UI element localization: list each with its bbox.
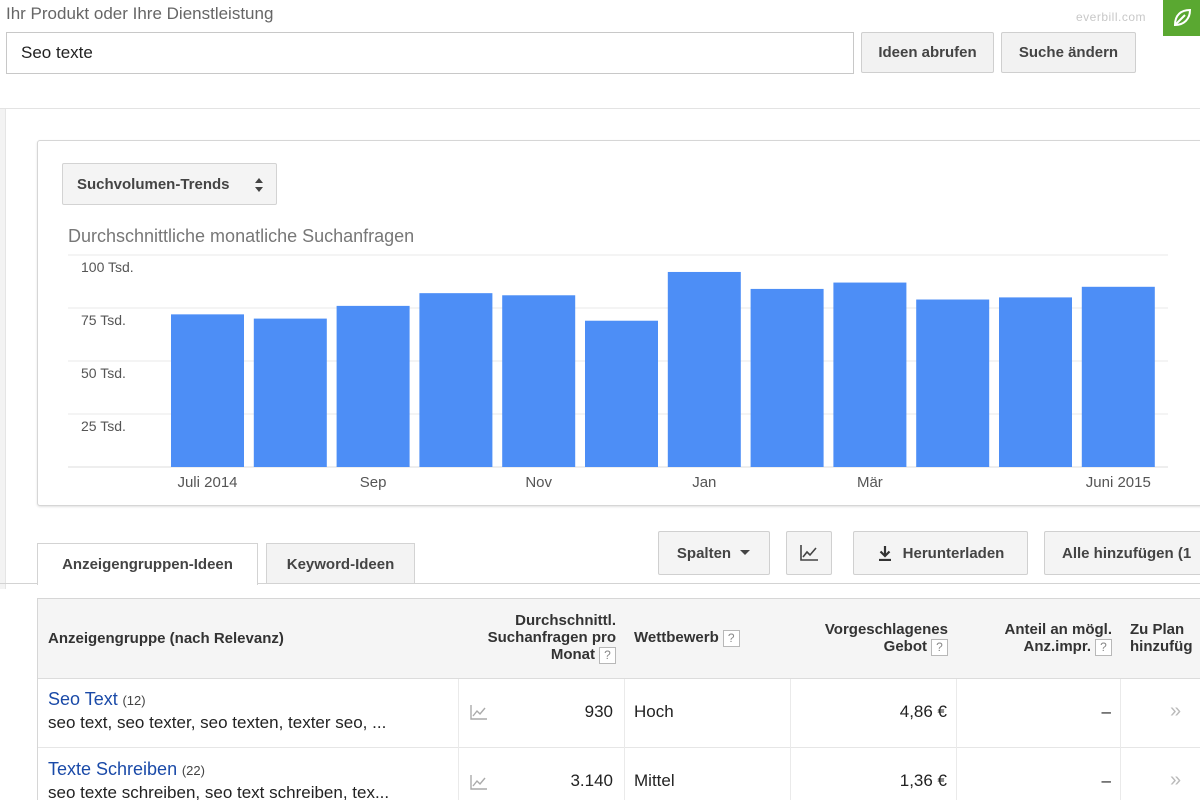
column-divider xyxy=(458,679,459,800)
keyword-count: (22) xyxy=(181,763,205,778)
competition-value: Mittel xyxy=(634,771,675,790)
sort-arrows-icon xyxy=(255,178,263,192)
trend-selector-label: Suchvolumen-Trends xyxy=(77,175,230,193)
header-adgroup[interactable]: Anzeigengruppe (nach Relevanz) xyxy=(38,599,458,679)
table-row-adgroup[interactable]: Seo Text (12) xyxy=(48,689,146,710)
add-to-plan-icon[interactable]: » xyxy=(1170,700,1181,723)
header-suggested-bid[interactable]: Vorgeschlagenes Gebot? xyxy=(790,599,956,679)
impression-share-value: – xyxy=(1101,771,1111,790)
add-to-plan-icon[interactable]: » xyxy=(1170,769,1181,792)
download-label: Herunterladen xyxy=(902,544,1005,562)
brand-watermark: everbill.com xyxy=(1076,10,1147,24)
columns-button[interactable]: Spalten xyxy=(658,531,770,575)
column-divider xyxy=(790,679,791,800)
show-graph-button[interactable] xyxy=(786,531,832,575)
keyword-count: (12) xyxy=(122,693,146,708)
header-competition[interactable]: Wettbewerb? xyxy=(624,599,790,679)
search-label: Ihr Produkt oder Ihre Dienstleistung xyxy=(6,4,274,23)
brand-logo xyxy=(1163,0,1200,36)
adgroup-link[interactable]: Texte Schreiben xyxy=(48,759,177,779)
download-button[interactable]: Herunterladen xyxy=(853,531,1028,575)
adgroup-table: Anzeigengruppe (nach Relevanz) Durchschn… xyxy=(37,598,1200,800)
line-chart-icon xyxy=(800,545,818,561)
header-avg-searches[interactable]: Durchschnittl. Suchanfragen pro Monat? xyxy=(458,599,624,679)
column-divider xyxy=(1120,679,1121,800)
suggested-bid-value: 1,36 € xyxy=(899,771,947,790)
help-icon[interactable]: ? xyxy=(722,629,740,647)
adgroup-link[interactable]: Seo Text xyxy=(48,689,118,709)
competition-value: Hoch xyxy=(634,702,674,721)
avg-searches-value: 930 xyxy=(584,702,613,721)
modify-search-button[interactable]: Suche ändern xyxy=(1001,32,1136,73)
help-icon[interactable]: ? xyxy=(1095,638,1112,656)
avg-searches-value: 3.140 xyxy=(570,771,613,790)
header-divider xyxy=(0,108,1200,109)
trend-chart-icon[interactable] xyxy=(470,774,488,790)
tab-adgroup-ideas[interactable]: Anzeigengruppen-Ideen xyxy=(37,543,258,585)
add-all-button[interactable]: Alle hinzufügen (1 xyxy=(1044,531,1200,575)
header-add-to-plan[interactable]: Zu Plan hinzufüg xyxy=(1120,599,1200,679)
download-icon xyxy=(878,546,891,561)
row-divider xyxy=(38,747,1200,748)
help-icon[interactable]: ? xyxy=(599,646,616,664)
adgroup-keywords: seo texte schreiben, seo text schreiben,… xyxy=(48,783,390,800)
dropdown-arrow-icon xyxy=(740,550,751,555)
column-divider xyxy=(624,679,625,800)
product-search-input[interactable] xyxy=(6,32,854,74)
trend-chart-icon[interactable] xyxy=(470,704,488,720)
column-divider xyxy=(956,679,957,800)
columns-label: Spalten xyxy=(676,544,732,562)
get-ideas-button[interactable]: Ideen abrufen xyxy=(861,32,994,73)
adgroup-keywords: seo text, seo texter, seo texten, texter… xyxy=(48,713,387,732)
header-impression-share[interactable]: Anteil an mögl. Anz.impr.? xyxy=(956,599,1120,679)
tab-keyword-ideas[interactable]: Keyword-Ideen xyxy=(266,543,415,584)
left-rail xyxy=(0,109,6,589)
suggested-bid-value: 4,86 € xyxy=(899,702,947,721)
impression-share-value: – xyxy=(1101,702,1111,721)
help-icon[interactable]: ? xyxy=(931,638,948,656)
trend-selector[interactable]: Suchvolumen-Trends xyxy=(62,163,277,205)
leaf-icon xyxy=(1173,8,1191,27)
chart-title: Durchschnittliche monatliche Suchanfrage… xyxy=(68,226,415,246)
table-row-adgroup[interactable]: Texte Schreiben (22) xyxy=(48,759,205,780)
